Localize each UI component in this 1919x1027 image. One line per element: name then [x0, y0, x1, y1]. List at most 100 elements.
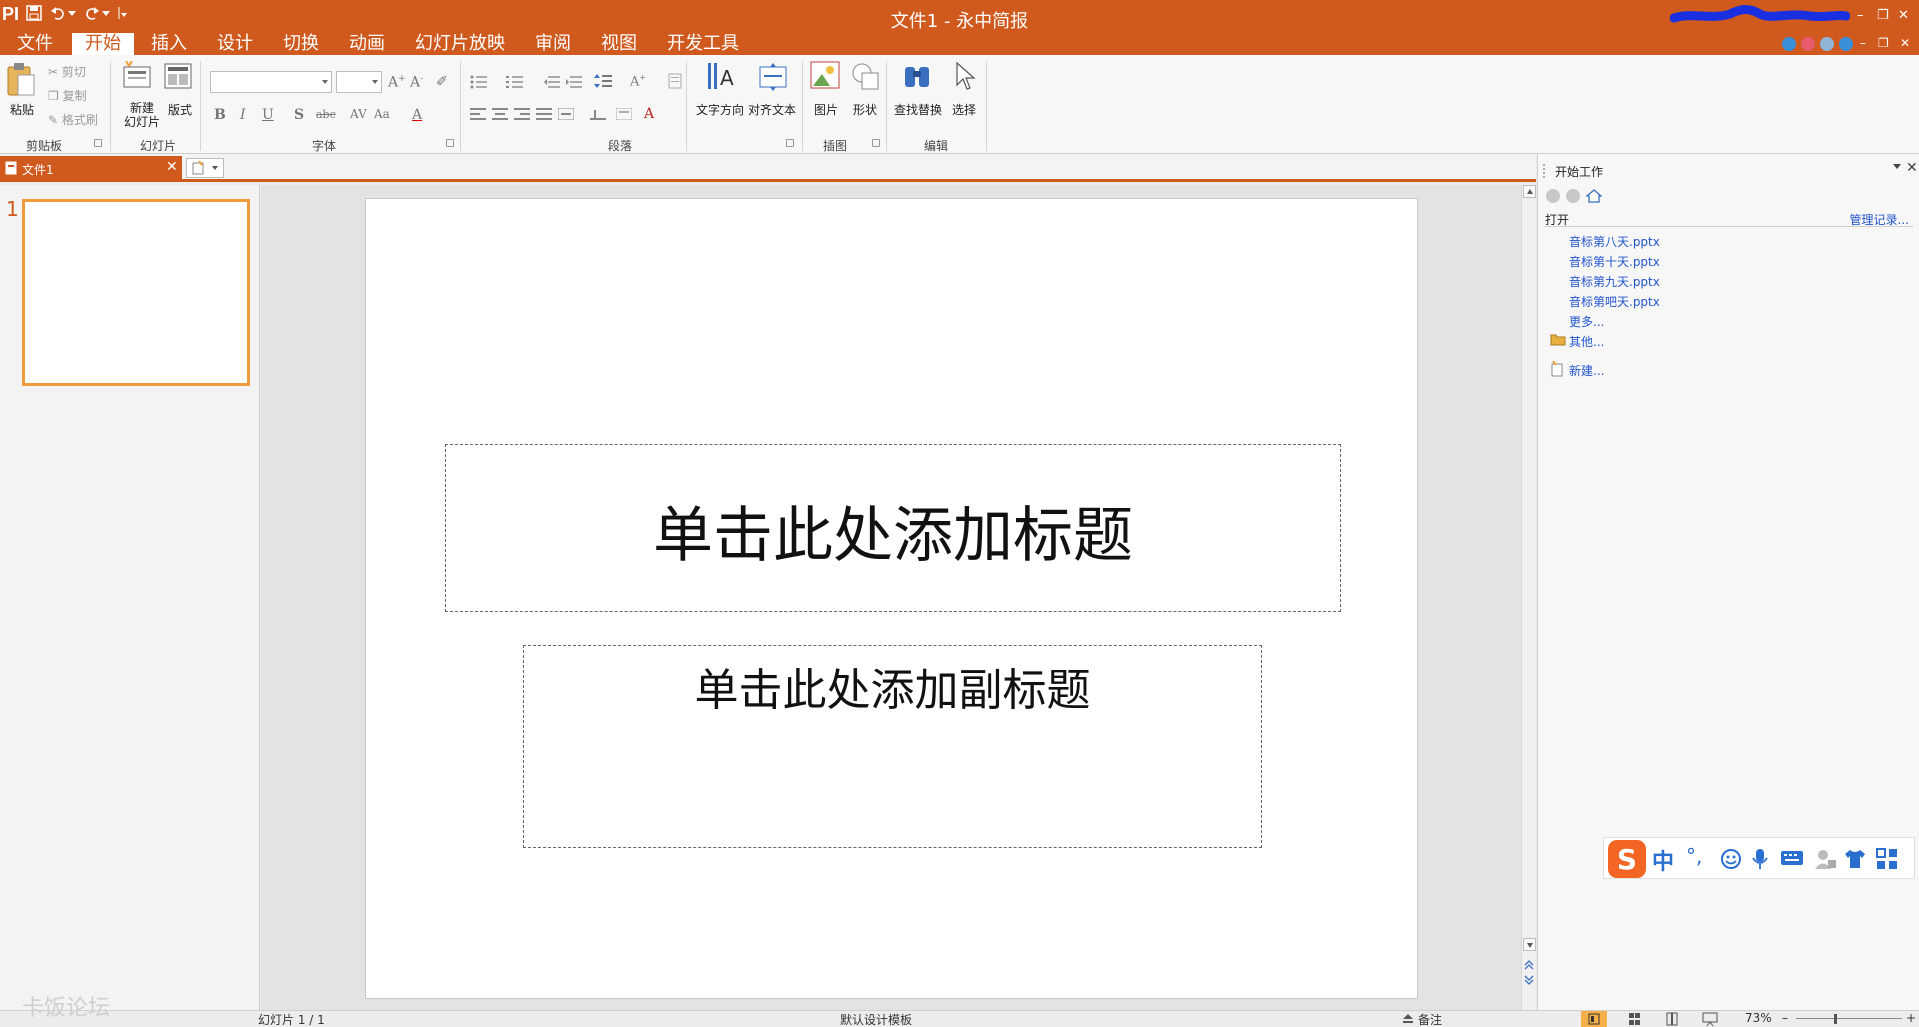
- template-status[interactable]: 默认设计模板: [840, 1011, 912, 1027]
- clear-format-icon[interactable]: ✐: [436, 74, 448, 90]
- shadow-icon[interactable]: S: [294, 107, 304, 123]
- microphone-icon[interactable]: [1752, 848, 1768, 870]
- align-text-icon[interactable]: [758, 61, 788, 91]
- select-label[interactable]: 选择: [952, 101, 976, 118]
- shrink-font-icon[interactable]: A-: [410, 74, 423, 91]
- emoji-icon[interactable]: [1720, 848, 1742, 870]
- font-name-combo[interactable]: [210, 71, 332, 93]
- vertical-scrollbar[interactable]: [1521, 185, 1536, 1010]
- recent-file-link[interactable]: 音标第八天.pptx: [1569, 233, 1660, 250]
- pane-grip[interactable]: [1543, 164, 1547, 178]
- new-file-link[interactable]: 新建...: [1569, 362, 1604, 379]
- align-bottom-icon[interactable]: [590, 108, 606, 120]
- new-slide-button[interactable]: 新建 幻灯片: [124, 101, 160, 129]
- line-spacing-icon[interactable]: [594, 73, 612, 89]
- home-circle-icon[interactable]: [1801, 37, 1815, 51]
- justify-icon[interactable]: [536, 108, 552, 120]
- binoculars-icon[interactable]: [902, 61, 932, 91]
- paragraph-launcher-icon[interactable]: [786, 139, 794, 147]
- text-size-icon[interactable]: A+: [630, 73, 646, 89]
- char-spacing-icon[interactable]: AV: [350, 107, 367, 121]
- tab-home[interactable]: 开始: [72, 33, 134, 55]
- distribute-icon[interactable]: [558, 108, 574, 120]
- picture-label[interactable]: 图片: [814, 101, 838, 118]
- close-button[interactable]: ✕: [1898, 9, 1909, 22]
- font-color-icon[interactable]: A: [412, 107, 422, 123]
- italic-icon[interactable]: I: [240, 107, 246, 123]
- pane-home-icon[interactable]: [1586, 189, 1602, 203]
- recent-file-link[interactable]: 音标第吧天.pptx: [1569, 293, 1660, 310]
- picture-icon[interactable]: [810, 61, 840, 91]
- reading-view-button[interactable]: [1659, 1011, 1685, 1027]
- zoom-slider-thumb[interactable]: [1833, 1014, 1837, 1024]
- slide-canvas[interactable]: 单击此处添加标题 单击此处添加副标题: [365, 198, 1418, 999]
- paste-button-label[interactable]: 粘贴: [10, 101, 34, 118]
- layout-icon[interactable]: [164, 63, 192, 89]
- recent-file-link[interactable]: 音标第十天.pptx: [1569, 253, 1660, 270]
- next-slide-button[interactable]: [1523, 974, 1536, 987]
- bullets-icon[interactable]: [470, 75, 488, 89]
- tab-transitions[interactable]: 切换: [270, 33, 332, 55]
- subtitle-placeholder-box[interactable]: 单击此处添加副标题: [523, 645, 1262, 848]
- skin-shirt-icon[interactable]: [1844, 848, 1866, 870]
- shapes-icon[interactable]: [850, 61, 880, 91]
- tab-review[interactable]: 审阅: [522, 33, 584, 55]
- document-tab[interactable]: 文件1 ✕: [0, 156, 182, 180]
- toolbox-grid-icon[interactable]: [1876, 848, 1898, 870]
- align-text-label[interactable]: 对齐文本: [748, 101, 796, 118]
- paste-icon[interactable]: [6, 61, 36, 99]
- strikethrough-icon[interactable]: abc: [316, 108, 336, 121]
- find-replace-label[interactable]: 查找替换: [894, 101, 942, 118]
- shapes-label[interactable]: 形状: [853, 101, 877, 118]
- sogou-logo-icon[interactable]: S: [1606, 838, 1648, 880]
- collapse-ribbon-icon[interactable]: [1820, 37, 1834, 51]
- format-painter-button[interactable]: ✎ 格式刷: [48, 111, 98, 128]
- tab-insert[interactable]: 插入: [138, 33, 200, 55]
- recent-file-link[interactable]: 音标第九天.pptx: [1569, 273, 1660, 290]
- decrease-indent-icon[interactable]: [544, 75, 560, 89]
- text-direction-label[interactable]: 文字方向: [696, 101, 744, 118]
- keyboard-icon[interactable]: [1780, 850, 1804, 866]
- text-effect-icon[interactable]: A: [644, 106, 654, 122]
- new-document-button[interactable]: [186, 158, 224, 178]
- pane-back-icon[interactable]: [1546, 189, 1560, 203]
- tab-developer[interactable]: 开发工具: [654, 33, 752, 55]
- back-circle-icon[interactable]: [1782, 37, 1796, 51]
- grow-font-icon[interactable]: A+: [388, 74, 406, 91]
- tab-design[interactable]: 设计: [204, 33, 266, 55]
- align-center-icon[interactable]: [492, 108, 508, 120]
- pane-close-icon[interactable]: ✕: [1906, 160, 1918, 176]
- more-files-link[interactable]: 更多...: [1569, 313, 1604, 330]
- help-icon[interactable]: [1839, 37, 1853, 51]
- ime-punct-label[interactable]: °,: [1686, 844, 1702, 868]
- previous-slide-button[interactable]: [1523, 958, 1536, 971]
- title-placeholder-box[interactable]: 单击此处添加标题: [445, 444, 1341, 612]
- tab-slideshow[interactable]: 幻灯片放映: [402, 33, 518, 55]
- tab-file[interactable]: 文件: [4, 33, 66, 55]
- clipboard-launcher-icon[interactable]: [94, 139, 102, 147]
- other-files-link[interactable]: 其他...: [1569, 333, 1604, 350]
- align-right-icon[interactable]: [514, 108, 530, 120]
- user-icon[interactable]: [1814, 848, 1836, 870]
- layout-button-label[interactable]: 版式: [168, 101, 192, 118]
- tab-animations[interactable]: 动画: [336, 33, 398, 55]
- cut-button[interactable]: ✂ 剪切: [48, 63, 86, 80]
- illustrations-launcher-icon[interactable]: [872, 139, 880, 147]
- underline-icon[interactable]: U: [262, 107, 274, 123]
- slideshow-view-button[interactable]: [1697, 1011, 1723, 1027]
- pane-forward-icon[interactable]: [1566, 189, 1580, 203]
- zoom-level[interactable]: 73%: [1745, 1011, 1772, 1025]
- text-direction-icon[interactable]: A: [706, 61, 736, 91]
- select-cursor-icon[interactable]: [954, 61, 976, 91]
- normal-view-button[interactable]: [1581, 1011, 1607, 1027]
- align-left-icon[interactable]: [470, 108, 486, 120]
- slide-thumbnail[interactable]: [22, 199, 250, 386]
- increase-indent-icon[interactable]: [566, 75, 582, 89]
- zoom-in-button[interactable]: +: [1906, 1011, 1916, 1025]
- notes-toggle[interactable]: 备注: [1418, 1011, 1442, 1027]
- restore-button[interactable]: ❐: [1877, 9, 1889, 22]
- zoom-slider-track[interactable]: [1796, 1018, 1902, 1019]
- change-case-icon[interactable]: Aa: [374, 107, 390, 121]
- slide-sorter-view-button[interactable]: [1621, 1011, 1647, 1027]
- text-box-icon[interactable]: [616, 108, 632, 120]
